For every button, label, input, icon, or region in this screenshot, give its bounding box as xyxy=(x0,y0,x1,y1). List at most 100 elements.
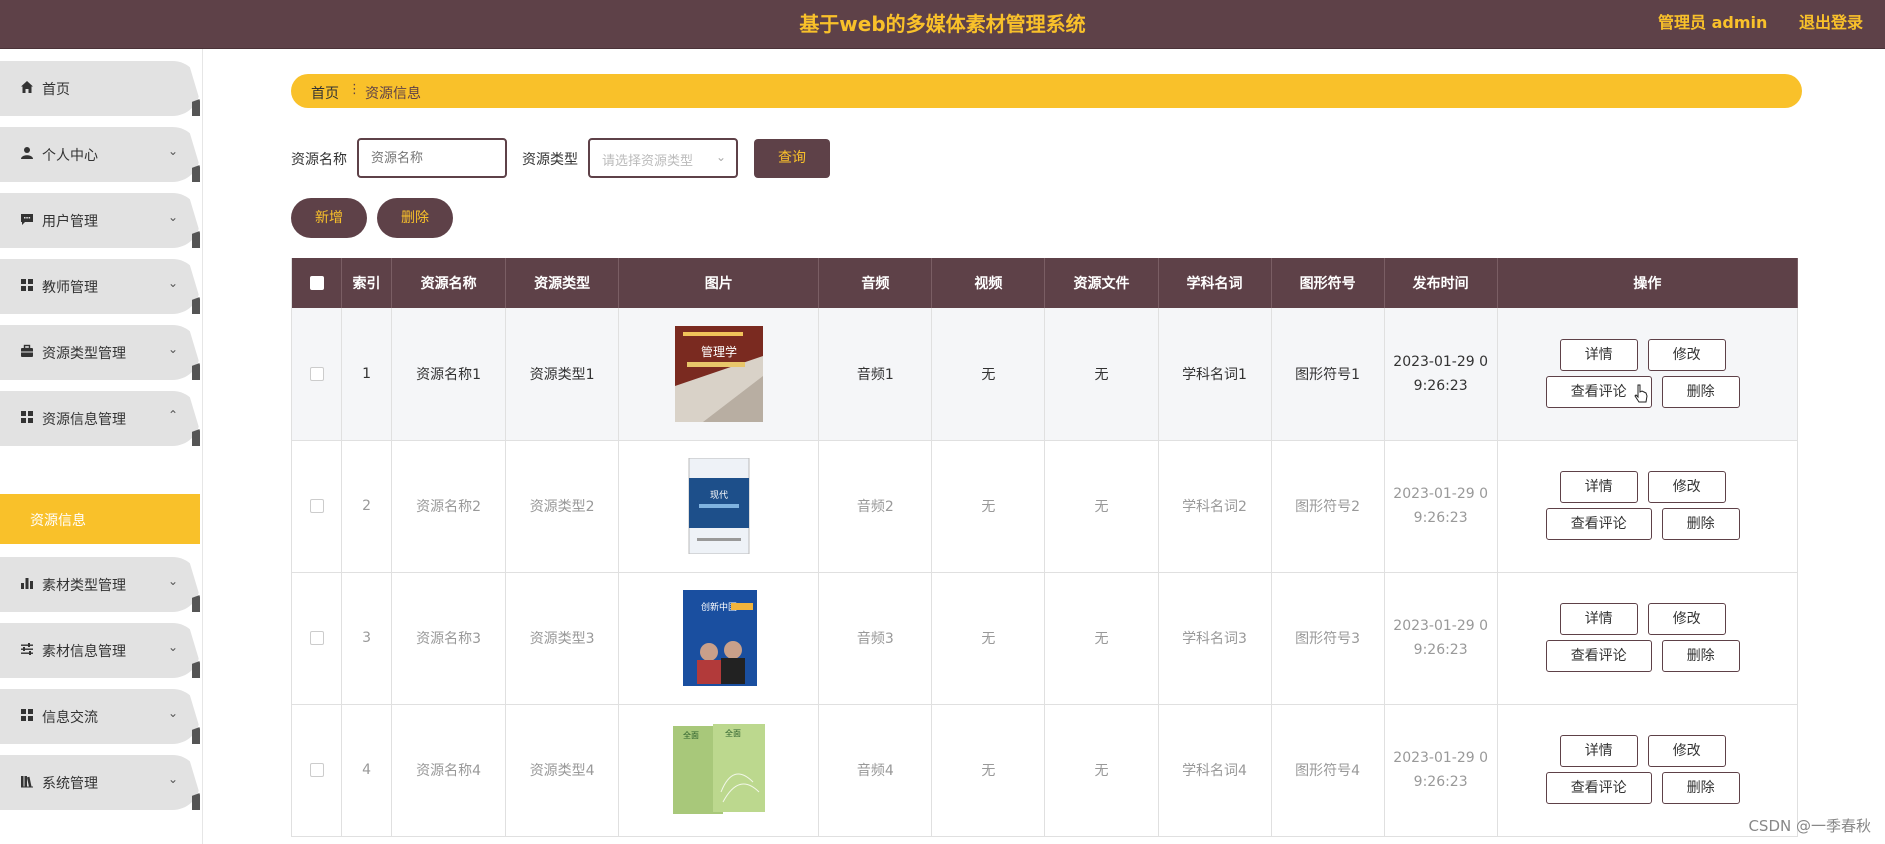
sidebar-item-resource-type-management[interactable]: 资源类型管理 ⌄ xyxy=(0,325,200,380)
table-row: 1 资源名称1 资源类型1 管理学 音频1 无 无 学科名词1 图形符号1 20… xyxy=(291,308,1798,441)
cell-name: 资源名称4 xyxy=(391,704,507,837)
header-term: 学科名词 xyxy=(1158,258,1272,308)
cell-index: 1 xyxy=(341,308,393,441)
sidebar-item-label: 用户管理 xyxy=(42,214,98,230)
detail-button[interactable]: 详情 xyxy=(1559,603,1638,635)
header-type: 资源类型 xyxy=(505,258,620,308)
sidebar-item-material-type-management[interactable]: 素材类型管理 ⌄ xyxy=(0,557,200,612)
cell-file: 无 xyxy=(1044,440,1159,573)
sidebar-item-personal-center[interactable]: 个人中心 ⌄ xyxy=(0,127,200,182)
cell-time: 2023-01-29 0 9:26:23 xyxy=(1384,308,1498,441)
row-delete-button[interactable]: 删除 xyxy=(1661,375,1740,408)
cell-audio: 音频3 xyxy=(818,572,933,705)
logout-button[interactable]: 退出登录 xyxy=(1799,13,1863,32)
table-row: 4 资源名称4 资源类型4 全面 全面 音频4 无 无 学科名词4 图形符号4 … xyxy=(291,704,1798,837)
edit-button[interactable]: 修改 xyxy=(1647,471,1726,503)
chat-icon xyxy=(19,212,35,228)
detail-button[interactable]: 详情 xyxy=(1559,338,1638,371)
cell-audio: 音频1 xyxy=(818,308,933,441)
svg-text:全面: 全面 xyxy=(683,730,699,740)
time-line-1: 2023-01-29 0 xyxy=(1393,353,1489,370)
cell-index: 3 xyxy=(341,572,393,705)
cell-symbol: 图形符号2 xyxy=(1271,440,1385,573)
add-button[interactable]: 新增 xyxy=(291,198,367,238)
row-delete-button[interactable]: 删除 xyxy=(1661,772,1740,804)
cell-image: 管理学 xyxy=(618,308,820,441)
sidebar-item-resource-info-management[interactable]: 资源信息管理 ⌃ xyxy=(0,391,200,446)
home-icon xyxy=(19,80,35,96)
detail-button[interactable]: 详情 xyxy=(1559,471,1638,503)
sidebar-item-communication[interactable]: 信息交流 ⌄ xyxy=(0,689,200,744)
cell-name: 资源名称1 xyxy=(391,308,507,441)
sidebar-item-system-management[interactable]: 系统管理 ⌄ xyxy=(0,755,200,810)
cell-symbol: 图形符号1 xyxy=(1271,308,1385,441)
cell-type: 资源类型1 xyxy=(505,308,620,441)
cover-image: 现代 xyxy=(673,457,765,555)
cell-time: 2023-01-29 0 9:26:23 xyxy=(1384,704,1498,837)
view-comments-button[interactable]: 查看评论 xyxy=(1545,508,1652,540)
cell-term: 学科名词2 xyxy=(1158,440,1272,573)
resource-type-label: 资源类型 xyxy=(522,152,578,168)
header-name: 资源名称 xyxy=(391,258,507,308)
chevron-down-icon: ⌄ xyxy=(168,210,179,224)
edit-button[interactable]: 修改 xyxy=(1647,603,1726,635)
admin-user-link[interactable]: 管理员 admin xyxy=(1658,13,1767,32)
header-time: 发布时间 xyxy=(1384,258,1498,308)
row-checkbox[interactable] xyxy=(291,572,343,705)
row-checkbox[interactable] xyxy=(291,704,343,837)
time-line-2: 9:26:23 xyxy=(1413,642,1468,658)
select-all-checkbox[interactable] xyxy=(291,258,343,308)
svg-text:现代: 现代 xyxy=(710,490,728,501)
svg-text:全面: 全面 xyxy=(725,728,741,738)
resource-name-label: 资源名称 xyxy=(291,152,347,168)
sidebar-subitem-resource-info[interactable]: 资源信息 xyxy=(0,494,200,544)
breadcrumb: 首页 ⋮ 资源信息 xyxy=(291,74,1802,108)
cell-type: 资源类型2 xyxy=(505,440,620,573)
sidebar-item-label: 素材类型管理 xyxy=(42,578,126,594)
time-line-2: 9:26:23 xyxy=(1413,774,1468,790)
delete-button[interactable]: 删除 xyxy=(377,198,453,238)
cover-image: 全面 全面 xyxy=(672,722,765,818)
sidebar-item-label: 素材信息管理 xyxy=(42,644,126,660)
chevron-down-icon: ⌄ xyxy=(168,706,179,720)
cell-symbol: 图形符号3 xyxy=(1271,572,1385,705)
watermark: CSDN @一季春秋 xyxy=(1748,817,1871,835)
top-header: 基于web的多媒体素材管理系统 管理员 admin 退出登录 xyxy=(0,0,1885,49)
row-checkbox[interactable] xyxy=(291,308,343,441)
edit-button[interactable]: 修改 xyxy=(1647,735,1726,767)
cell-video: 无 xyxy=(931,572,1046,705)
cell-file: 无 xyxy=(1044,704,1159,837)
sidebar-item-user-management[interactable]: 用户管理 ⌄ xyxy=(0,193,200,248)
detail-button[interactable]: 详情 xyxy=(1559,735,1638,767)
cell-ops: 详情 修改 查看评论 删除 xyxy=(1497,440,1798,573)
resource-table: 索引 资源名称 资源类型 图片 音频 视频 资源文件 学科名词 图形符号 发布时… xyxy=(291,258,1798,844)
sidebar-item-teacher-management[interactable]: 教师管理 ⌄ xyxy=(0,259,200,314)
view-comments-button[interactable]: 查看评论 xyxy=(1545,640,1652,672)
header-file: 资源文件 xyxy=(1044,258,1159,308)
chevron-up-icon: ⌃ xyxy=(168,408,179,422)
cell-time: 2023-01-29 0 9:26:23 xyxy=(1384,440,1498,573)
resource-name-input[interactable] xyxy=(357,138,507,178)
row-checkbox[interactable] xyxy=(291,440,343,573)
row-delete-button[interactable]: 删除 xyxy=(1661,640,1740,672)
cell-image: 创新中国 xyxy=(618,572,820,705)
cell-video: 无 xyxy=(931,440,1046,573)
cell-ops: 详情 修改 查看评论 删除 xyxy=(1497,308,1798,441)
sidebar-item-home[interactable]: 首页 xyxy=(0,61,200,116)
view-comments-button[interactable]: 查看评论 xyxy=(1545,772,1652,804)
sidebar-subitem-label: 资源信息 xyxy=(30,513,86,529)
header-ops: 操作 xyxy=(1497,258,1798,308)
sidebar-item-label: 信息交流 xyxy=(42,710,98,726)
query-button[interactable]: 查询 xyxy=(754,139,830,178)
sidebar: 首页 个人中心 ⌄ 用户管理 ⌄ 教师管理 ⌄ 资源类型管理 ⌄ 资源信息管理 … xyxy=(0,49,203,844)
chevron-down-icon: ⌄ xyxy=(168,640,179,654)
row-delete-button[interactable]: 删除 xyxy=(1661,508,1740,540)
chevron-down-icon: ⌄ xyxy=(168,574,179,588)
header-symbol: 图形符号 xyxy=(1271,258,1385,308)
sidebar-item-material-info-management[interactable]: 素材信息管理 ⌄ xyxy=(0,623,200,678)
breadcrumb-home[interactable]: 首页 xyxy=(311,83,339,103)
cover-image: 管理学 xyxy=(673,325,765,422)
edit-button[interactable]: 修改 xyxy=(1647,338,1726,371)
cell-time: 2023-01-29 0 9:26:23 xyxy=(1384,572,1498,705)
grid-icon xyxy=(19,278,35,294)
